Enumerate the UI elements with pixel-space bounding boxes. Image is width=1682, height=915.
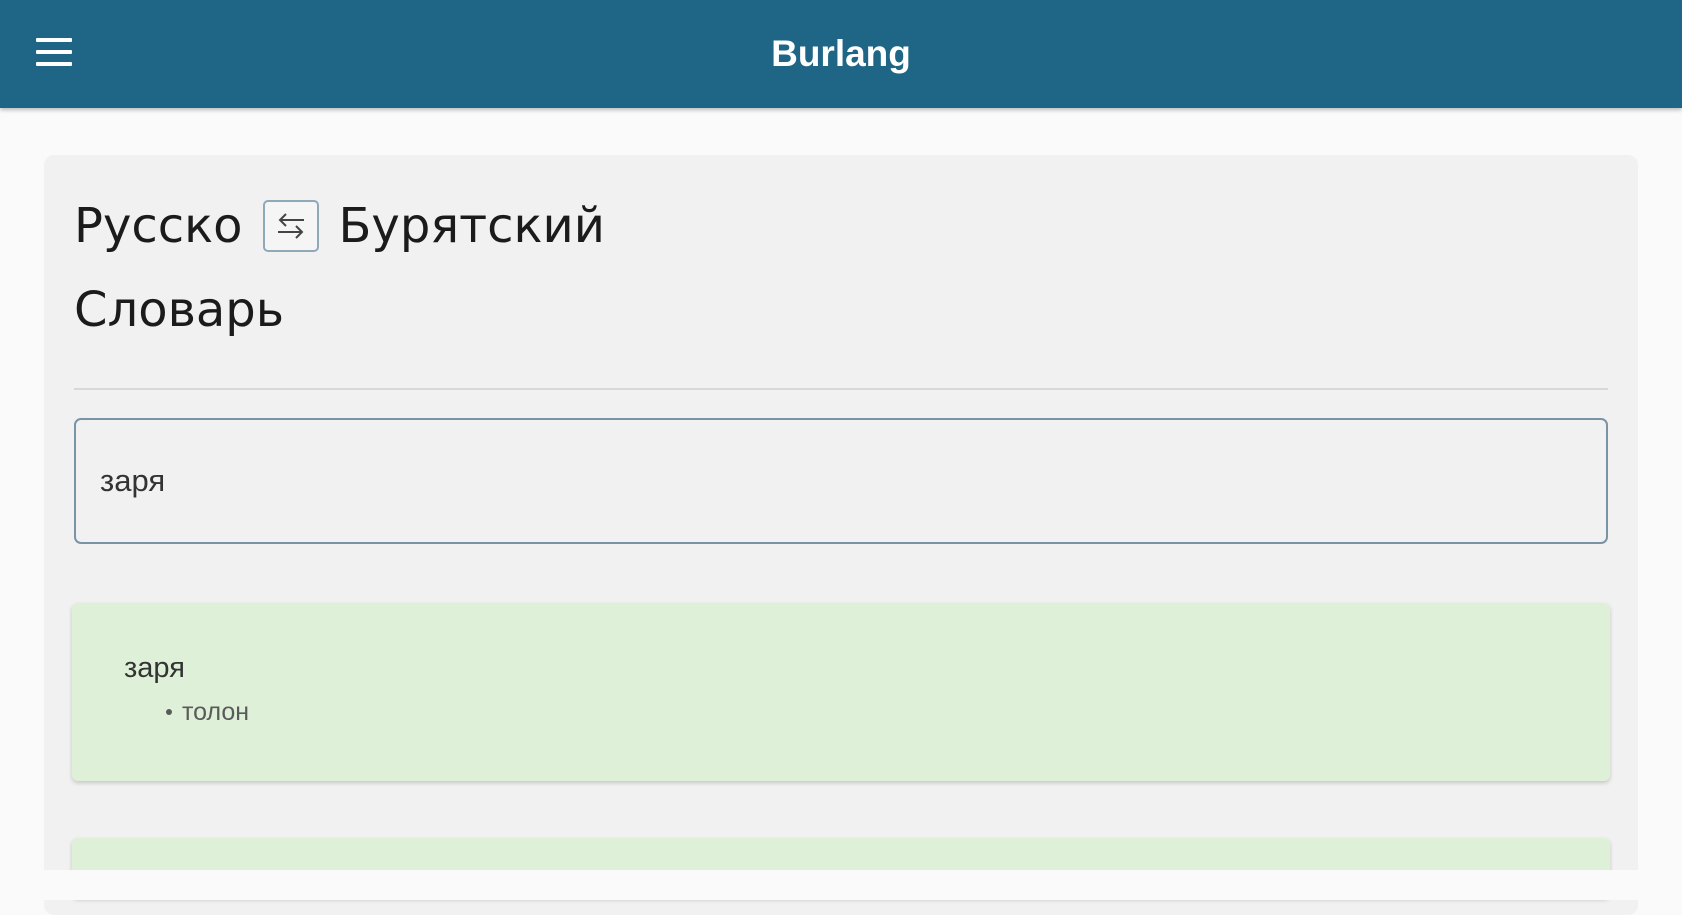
search-input[interactable] xyxy=(98,450,1606,512)
result-translation: толон xyxy=(166,695,249,729)
page-subtitle: Словарь xyxy=(74,282,285,338)
divider xyxy=(74,388,1608,390)
result-word: заря xyxy=(124,652,185,684)
source-language-label: Русско xyxy=(74,198,243,254)
app-bar: Burlang xyxy=(0,0,1682,108)
bullet-icon xyxy=(166,709,172,715)
bottom-edge xyxy=(0,870,1682,900)
dictionary-card: Русско Бурятский Словарь заря толон xyxy=(44,155,1638,915)
swap-arrows-icon xyxy=(277,213,304,239)
result-item[interactable]: заря толон xyxy=(72,603,1610,781)
swap-languages-button[interactable] xyxy=(262,200,319,252)
target-language-label: Бурятский xyxy=(338,198,605,254)
language-selector: Русско Бурятский xyxy=(74,191,605,261)
search-field[interactable] xyxy=(74,418,1608,544)
app-title: Burlang xyxy=(771,33,911,74)
translation-text: толон xyxy=(182,698,250,726)
